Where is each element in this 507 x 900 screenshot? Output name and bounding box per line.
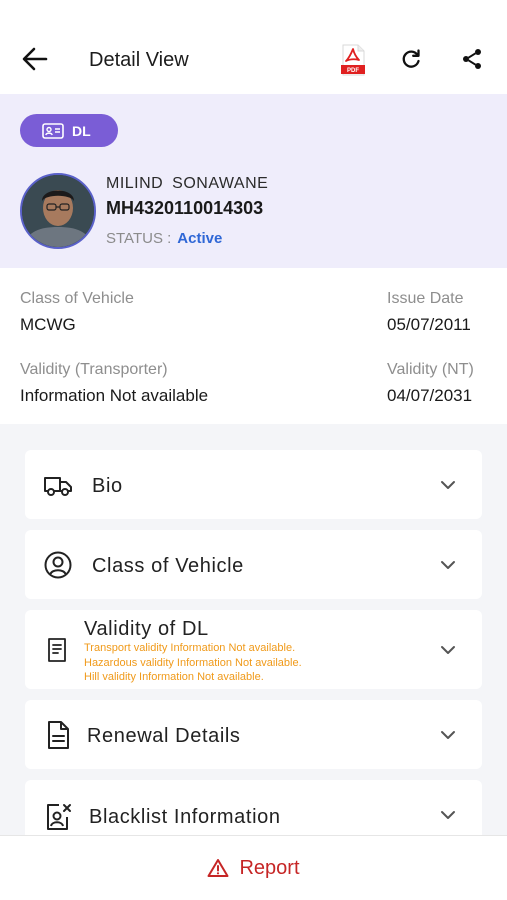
- license-profile: DL MILIND SONAWANE MH4320110014303 STATU…: [0, 94, 507, 268]
- chevron-down-icon[interactable]: [440, 557, 456, 573]
- status-row: STATUS : Active: [106, 230, 222, 247]
- status-badge: Active: [177, 230, 223, 247]
- pdf-label: PDF: [347, 68, 359, 74]
- report-button[interactable]: Report: [0, 835, 507, 900]
- warning-hazardous: Hazardous validity Information Not avail…: [84, 656, 302, 669]
- chevron-down-icon[interactable]: [440, 642, 456, 658]
- section-blacklist-title: Blacklist Information: [89, 806, 281, 828]
- file-text-icon: [48, 721, 69, 749]
- document-icon: [48, 638, 66, 662]
- pdf-download-icon[interactable]: PDF: [340, 44, 366, 76]
- holder-name: MILIND SONAWANE: [106, 175, 269, 192]
- issue-date-value: 05/07/2011: [387, 315, 471, 334]
- validity-transporter-value: Information Not available: [20, 386, 209, 405]
- section-bio-title: Bio: [92, 475, 123, 497]
- dl-badge-label: DL: [72, 122, 91, 139]
- section-renewal-details[interactable]: Renewal Details: [25, 700, 482, 769]
- user-circle-icon: [44, 551, 72, 579]
- report-label: Report: [239, 856, 300, 879]
- class-of-vehicle-label: Class of Vehicle: [20, 290, 134, 307]
- avatar-photo: [22, 175, 94, 247]
- section-renewal-title: Renewal Details: [87, 725, 241, 747]
- truck-icon: [44, 477, 72, 496]
- app-header: Detail View PDF: [0, 0, 507, 94]
- dl-number: MH4320110014303: [106, 198, 264, 218]
- validity-nt-label: Validity (NT): [387, 361, 474, 378]
- page-title: Detail View: [89, 49, 189, 71]
- chevron-down-icon[interactable]: [440, 727, 456, 743]
- avatar: [20, 173, 96, 249]
- dl-badge: DL: [20, 114, 118, 147]
- blacklist-icon: [47, 804, 71, 830]
- section-class-of-vehicle[interactable]: Class of Vehicle: [25, 530, 482, 599]
- validity-transporter-label: Validity (Transporter): [20, 361, 168, 378]
- share-icon[interactable]: [460, 47, 484, 71]
- warning-transport: Transport validity Information Not avail…: [84, 642, 296, 654]
- license-summary: Class of Vehicle MCWG Issue Date 05/07/2…: [0, 268, 507, 424]
- validity-warnings: Transport validity Information Not avail…: [84, 641, 302, 685]
- warning-hill: Hill validity Information Not available.: [84, 671, 264, 683]
- back-arrow-icon[interactable]: [20, 44, 50, 74]
- issue-date-label: Issue Date: [387, 290, 464, 307]
- section-class-of-vehicle-title: Class of Vehicle: [92, 555, 244, 577]
- validity-nt-value: 04/07/2031: [387, 386, 473, 405]
- id-card-icon: [42, 122, 64, 139]
- chevron-down-icon[interactable]: [440, 477, 456, 493]
- status-label: STATUS :: [106, 230, 172, 247]
- class-of-vehicle-value: MCWG: [20, 315, 76, 334]
- refresh-icon[interactable]: [399, 47, 423, 71]
- chevron-down-icon[interactable]: [440, 807, 456, 823]
- warning-triangle-icon: [207, 859, 229, 877]
- section-validity-title: Validity of DL: [84, 618, 209, 640]
- section-validity-of-dl[interactable]: Validity of DL Transport validity Inform…: [25, 610, 482, 689]
- section-bio[interactable]: Bio: [25, 450, 482, 519]
